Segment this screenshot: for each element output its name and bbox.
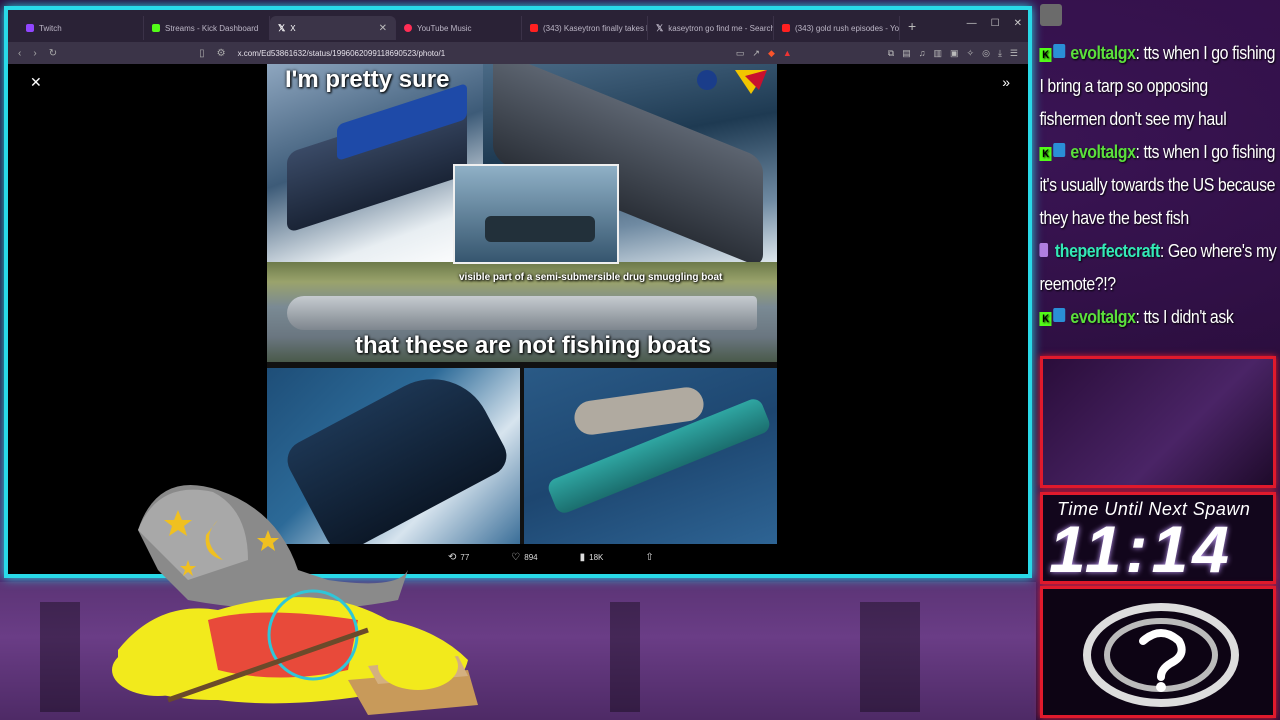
- collapse-replies-icon[interactable]: »: [1002, 74, 1010, 90]
- wizard-mascot: [112, 485, 478, 715]
- back-icon[interactable]: ‹: [18, 48, 21, 59]
- upload-icon: ⇧: [645, 552, 654, 563]
- chat-username: evoltalgx: [1070, 42, 1136, 63]
- reader-icon[interactable]: ▥: [934, 48, 943, 59]
- site-info-icon[interactable]: ⚙: [217, 48, 226, 59]
- new-tab-button[interactable]: +: [908, 18, 916, 34]
- meme-caption-top: I'm pretty sure: [285, 66, 450, 93]
- tab-kick-dashboard[interactable]: Streams - Kick Dashboard: [144, 16, 270, 40]
- window-controls: — ☐ ✕: [967, 18, 1022, 29]
- window-close-icon[interactable]: ✕: [1014, 18, 1022, 29]
- youtube-music-icon: [404, 24, 412, 32]
- youtube-icon: [530, 24, 538, 32]
- tab-label: Streams - Kick Dashboard: [165, 23, 259, 33]
- tab-youtube-music[interactable]: YouTube Music: [396, 16, 522, 40]
- close-icon[interactable]: ✕: [379, 23, 387, 34]
- chat-badge-icon: [1053, 143, 1066, 157]
- timer-value: 11:14: [1049, 512, 1233, 586]
- twitch-badge-icon: [1039, 243, 1049, 257]
- spawn-timer: Time Until Next Spawn 11:14: [1040, 492, 1276, 586]
- reload-icon[interactable]: ↻: [49, 48, 57, 59]
- chat-overlay: Kevoltalgx: tts when I go fishing I brin…: [1036, 36, 1280, 356]
- chat-message: theperfectcraft: Geo where's my reemote?…: [1036, 234, 1277, 300]
- image-panel-teal-sub: [524, 368, 777, 544]
- view-count: 18K: [589, 553, 604, 562]
- forward-icon[interactable]: ›: [33, 48, 36, 59]
- sidebar-icon[interactable]: ▤: [902, 48, 911, 59]
- heart-icon: ♡: [511, 552, 521, 563]
- menu-icon[interactable]: ☰: [1010, 48, 1018, 59]
- webcam-panel: [1040, 356, 1276, 488]
- brand-logo-panel: [1040, 586, 1276, 718]
- image-inset-narco-sub: [453, 164, 619, 264]
- maximize-icon[interactable]: ☐: [991, 18, 1000, 29]
- kick-icon: [152, 24, 160, 32]
- tab-bar: Twitch Streams - Kick Dashboard 𝕏 X ✕ Yo…: [8, 10, 1028, 42]
- tab-label: (343) Kaseytron finally takes her cl...: [543, 23, 647, 33]
- download-icon[interactable]: ⤓: [998, 48, 1002, 59]
- bar-chart-icon: ▮: [579, 552, 586, 563]
- minimize-icon[interactable]: —: [967, 18, 977, 29]
- avatar: [1040, 4, 1062, 26]
- brave-shield-icon[interactable]: ◆: [768, 48, 775, 59]
- chat-message: Kevoltalgx: tts when I go fishing it's u…: [1036, 135, 1277, 234]
- chat-username: theperfectcraft: [1054, 240, 1160, 261]
- chat-message: Kevoltalgx: tts I didn't ask: [1036, 300, 1277, 333]
- kick-badge-icon: K: [1039, 48, 1052, 62]
- chat-username: evoltalgx: [1070, 306, 1136, 327]
- toolbar-icons: ▭ ↗ ◆ ▲ ⧉ ▤ ♫ ▥ ▣ ✧ ◎ ⤓ ☰: [736, 48, 1018, 59]
- chat-text: : tts I didn't ask: [1135, 306, 1234, 327]
- x-icon: 𝕏: [656, 22, 664, 33]
- url-input[interactable]: x.com/Ed53861632/status/1996062099118690…: [238, 49, 446, 58]
- tab-label: X: [290, 23, 296, 33]
- meme-caption-inset: visible part of a semi-submersible drug …: [459, 272, 723, 283]
- like-button[interactable]: ♡ 894: [511, 552, 537, 563]
- police-logo-icon: [697, 70, 767, 94]
- twitch-icon: [26, 24, 34, 32]
- share-icon[interactable]: ↗: [752, 48, 760, 59]
- youtube-icon: [782, 24, 790, 32]
- like-count: 894: [524, 553, 538, 562]
- meme-caption-middle: that these are not fishing boats: [355, 332, 712, 359]
- tab-twitch[interactable]: Twitch: [18, 16, 144, 40]
- spiral-logo-icon: [1083, 603, 1239, 707]
- vpn-icon[interactable]: ◎: [982, 48, 990, 59]
- chat-badge-icon: [1053, 308, 1066, 322]
- tab-youtube-gold-rush[interactable]: (343) gold rush episodes - YouTube: [774, 16, 900, 40]
- tab-label: (343) gold rush episodes - YouTube: [795, 23, 900, 33]
- share-button[interactable]: ⇧: [645, 552, 653, 563]
- rewards-icon[interactable]: ▲: [783, 48, 792, 59]
- views-button[interactable]: ▮ 18K: [580, 552, 604, 563]
- tab-x[interactable]: 𝕏 X ✕: [270, 16, 396, 40]
- music-icon[interactable]: ♫: [919, 48, 926, 59]
- extensions-icon[interactable]: ⧉: [888, 48, 894, 59]
- tab-label: kaseytron go find me - Search / X: [668, 23, 774, 33]
- leo-icon[interactable]: ✧: [967, 48, 975, 59]
- tab-label: Twitch: [39, 23, 62, 33]
- chat-badge-icon: [1053, 44, 1066, 58]
- tab-label: YouTube Music: [417, 23, 472, 33]
- wallet-icon[interactable]: ▣: [950, 48, 959, 59]
- tab-youtube-kaseytron[interactable]: (343) Kaseytron finally takes her cl...: [522, 16, 648, 40]
- kick-badge-icon: K: [1039, 312, 1052, 326]
- chat-message: Kevoltalgx: tts when I go fishing I brin…: [1036, 36, 1277, 135]
- address-bar: ‹ › ↻ ▯ ⚙ x.com/Ed53861632/status/199606…: [8, 42, 1028, 64]
- bookmark-icon[interactable]: ▯: [199, 48, 205, 59]
- kick-badge-icon: K: [1039, 147, 1052, 161]
- chat-username: evoltalgx: [1070, 141, 1136, 162]
- view-icon[interactable]: ▭: [736, 48, 745, 59]
- tab-x-search[interactable]: 𝕏 kaseytron go find me - Search / X: [648, 16, 774, 40]
- close-viewer-icon[interactable]: ✕: [30, 74, 42, 91]
- x-icon: 𝕏: [278, 22, 286, 33]
